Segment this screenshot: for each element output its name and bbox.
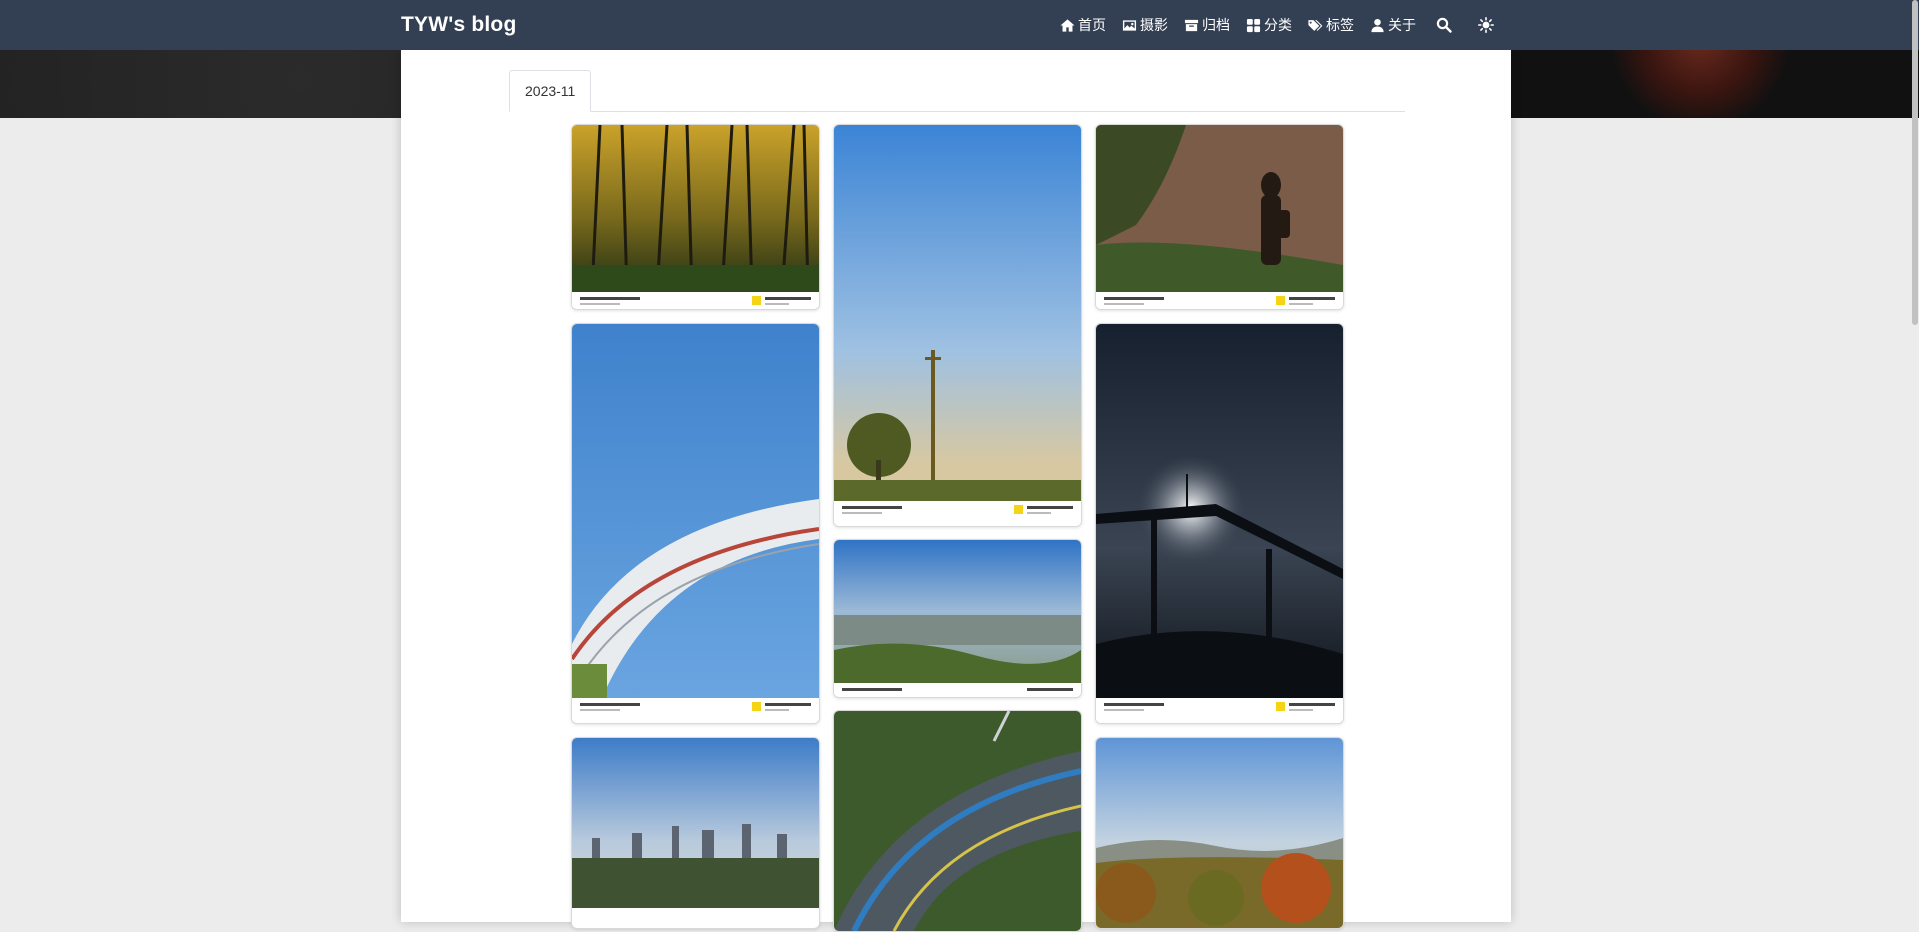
autumn-hills-photo — [1096, 738, 1343, 928]
nav-item-label: 分类 — [1264, 17, 1292, 33]
exif-strip — [572, 292, 819, 309]
nav-menu: 首页 摄影 归档 分类 标签 关于 — [1060, 0, 1516, 50]
page-scrollbar[interactable] — [1912, 0, 1918, 325]
nav-item-tags[interactable]: 标签 — [1308, 15, 1354, 35]
city-skyline-photo — [572, 738, 819, 908]
main-content: 2023-11 — [401, 50, 1511, 932]
photo-card[interactable] — [571, 323, 820, 724]
city-valley-view-photo — [834, 540, 1081, 683]
exif-strip — [1096, 698, 1343, 723]
tab-2023-11[interactable]: 2023-11 — [509, 70, 592, 112]
photo-card[interactable] — [571, 737, 820, 929]
user-icon — [1371, 18, 1384, 32]
nav-item-home[interactable]: 首页 — [1060, 15, 1106, 35]
exif-strip — [1096, 292, 1343, 309]
image-icon — [1122, 19, 1137, 31]
photo-card[interactable] — [833, 539, 1082, 698]
month-tabs: 2023-11 — [509, 70, 1405, 112]
archive-icon — [1184, 19, 1199, 31]
nav-item-label: 归档 — [1202, 17, 1230, 33]
nav-item-label: 首页 — [1078, 17, 1106, 33]
silhouette-on-cliff-photo — [1096, 125, 1343, 292]
navbar: TYW's blog 首页 摄影 归档 分类 标签 关于 — [0, 0, 1919, 50]
site-title[interactable]: TYW's blog — [401, 0, 516, 50]
tags-icon — [1308, 19, 1323, 31]
nav-item-categories[interactable]: 分类 — [1246, 15, 1292, 35]
photo-card[interactable] — [1095, 323, 1344, 724]
grid-icon — [1246, 18, 1261, 32]
photo-card[interactable] — [571, 124, 820, 310]
nav-item-about[interactable]: 关于 — [1370, 15, 1416, 35]
bamboo-forest-photo — [572, 125, 819, 292]
walkway-at-night-photo — [1096, 324, 1343, 698]
photo-card[interactable] — [1095, 737, 1344, 929]
home-icon — [1060, 18, 1075, 32]
sun-icon — [1478, 17, 1494, 33]
photo-card[interactable] — [833, 710, 1082, 932]
search-icon — [1436, 17, 1452, 33]
nav-item-photography[interactable]: 摄影 — [1122, 15, 1168, 35]
photo-card[interactable] — [833, 124, 1082, 527]
exif-strip — [834, 501, 1081, 526]
exif-strip — [834, 683, 1081, 697]
sky-bridge-arch-photo — [572, 324, 819, 698]
exif-strip — [572, 698, 819, 723]
nav-item-label: 关于 — [1388, 17, 1416, 33]
nav-item-label: 标签 — [1326, 17, 1354, 33]
pole-and-tree-photo — [834, 125, 1081, 501]
nav-item-archive[interactable]: 归档 — [1184, 15, 1230, 35]
curved-road-photo — [834, 711, 1081, 931]
search-button[interactable] — [1436, 17, 1452, 33]
photo-card[interactable] — [1095, 124, 1344, 310]
nav-item-label: 摄影 — [1140, 17, 1168, 33]
theme-toggle-button[interactable] — [1478, 17, 1494, 33]
